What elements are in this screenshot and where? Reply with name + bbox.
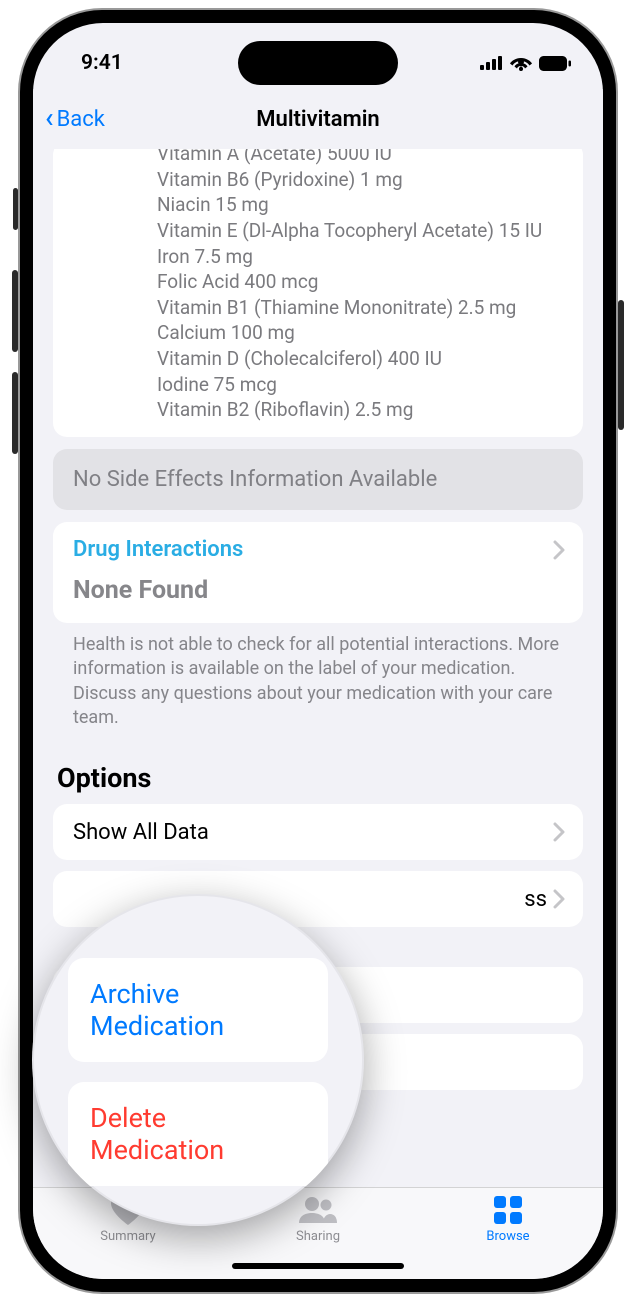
ingredient-row: Calcium 100 mg	[157, 320, 563, 346]
side-button-volume-up[interactable]	[12, 270, 18, 352]
dynamic-island	[238, 41, 398, 85]
people-icon	[299, 1194, 337, 1226]
ingredients-card: Vitamin A (Acetate) 5000 IU Vitamin B6 (…	[53, 149, 583, 437]
tab-browse-label: Browse	[486, 1229, 529, 1244]
ingredient-row: Vitamin B1 (Thiamine Mononitrate) 2.5 mg	[157, 295, 563, 321]
drug-interactions-row[interactable]: Drug Interactions	[53, 522, 583, 572]
home-indicator[interactable]	[232, 1263, 404, 1269]
ingredient-row: Iodine 75 mcg	[157, 372, 563, 398]
ingredient-row: Vitamin E (Dl-Alpha Tocopheryl Acetate) …	[157, 218, 563, 244]
data-sources-suffix: ss	[524, 887, 547, 912]
ingredient-row: Vitamin D (Cholecalciferol) 400 IU	[157, 346, 563, 372]
side-button-silent[interactable]	[13, 188, 18, 230]
interactions-footer: Health is not able to check for all pote…	[53, 631, 583, 730]
side-button-power[interactable]	[618, 300, 624, 430]
delete-medication-button[interactable]: Delete Medication	[68, 1082, 328, 1186]
drug-interactions-label: Drug Interactions	[73, 537, 243, 562]
side-effects-card: No Side Effects Information Available	[53, 449, 583, 510]
tab-summary-label: Summary	[100, 1229, 155, 1244]
chevron-right-icon	[553, 540, 565, 560]
back-label: Back	[57, 107, 105, 132]
magnifier-callout: Archive Medication Delete Medication	[32, 894, 364, 1226]
ingredient-row: Niacin 15 mg	[157, 192, 563, 218]
options-header: Options	[53, 730, 583, 804]
chevron-right-icon	[553, 822, 565, 842]
interactions-result: None Found	[53, 572, 583, 623]
ingredient-row: Iron 7.5 mg	[157, 244, 563, 270]
status-time: 9:41	[81, 51, 123, 75]
show-all-data-row[interactable]: Show All Data	[53, 804, 583, 860]
ingredient-row: Vitamin B6 (Pyridoxine) 1 mg	[157, 167, 563, 193]
battery-icon	[539, 56, 571, 71]
chevron-left-icon: ‹	[45, 101, 54, 134]
nav-bar: ‹ Back Multivitamin	[33, 89, 603, 149]
drug-interactions-card: Drug Interactions None Found	[53, 522, 583, 623]
ingredient-row: Vitamin B2 (Riboflavin) 2.5 mg	[157, 397, 563, 423]
status-icons	[480, 55, 571, 71]
cellular-icon	[480, 56, 503, 70]
archive-medication-button[interactable]: Archive Medication	[68, 958, 328, 1062]
page-title: Multivitamin	[256, 107, 379, 132]
tab-browse[interactable]: Browse	[448, 1194, 568, 1279]
back-button[interactable]: ‹ Back	[45, 104, 105, 134]
side-button-volume-down[interactable]	[12, 372, 18, 454]
ingredient-row: Folic Acid 400 mcg	[157, 269, 563, 295]
wifi-icon	[510, 55, 532, 71]
grid-icon	[494, 1194, 522, 1226]
ingredient-row: Vitamin A (Acetate) 5000 IU	[157, 149, 563, 167]
tab-sharing-label: Sharing	[296, 1229, 340, 1244]
show-all-data-label: Show All Data	[73, 820, 209, 845]
chevron-right-icon	[553, 889, 565, 909]
